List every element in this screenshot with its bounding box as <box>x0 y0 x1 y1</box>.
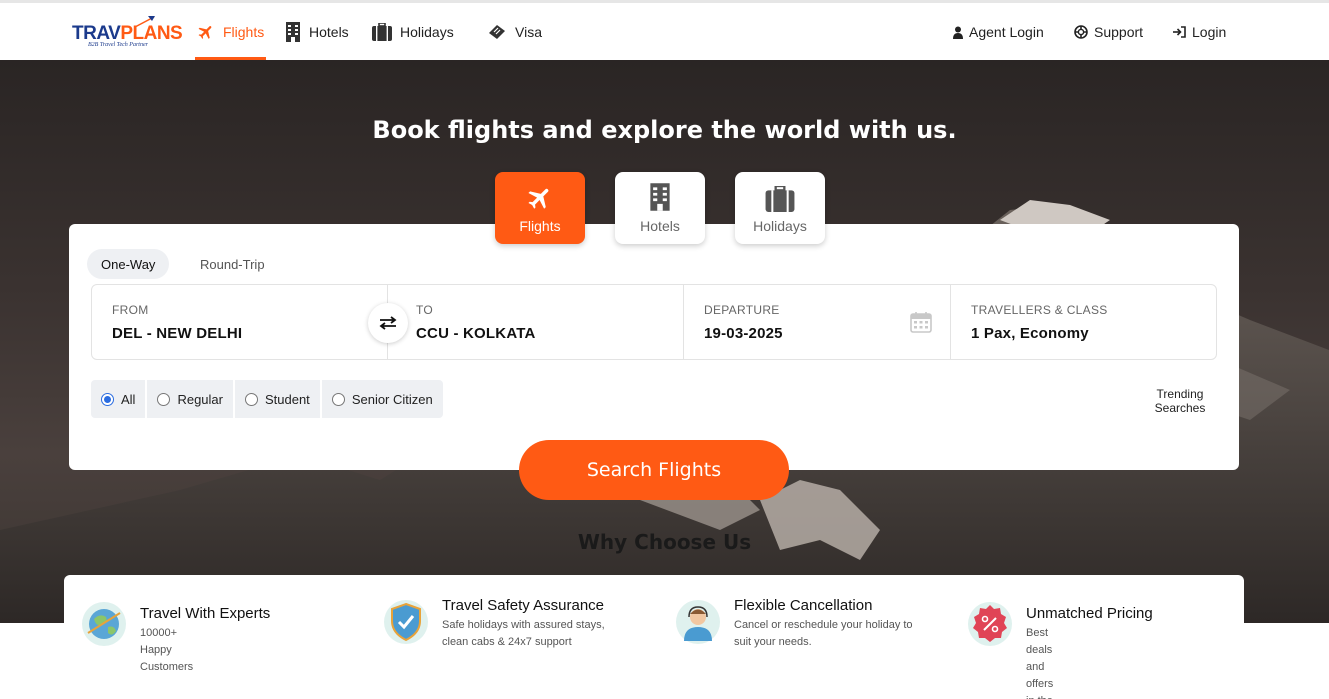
fare-option-label: All <box>121 391 136 407</box>
radio-button[interactable] <box>157 392 171 406</box>
fare-option-regular[interactable]: Regular <box>147 380 233 418</box>
tab-holidays[interactable]: Holidays <box>735 172 825 244</box>
lifebuoy-icon <box>1074 25 1088 39</box>
to-label: TO <box>416 303 434 317</box>
shield-icon <box>384 600 428 644</box>
trending-searches-link[interactable]: Trending Searches <box>1154 387 1206 415</box>
fare-option-all[interactable]: All <box>91 380 146 418</box>
tab-hotels[interactable]: Hotels <box>615 172 705 244</box>
nav-hotels[interactable]: Hotels <box>285 3 349 60</box>
from-label: FROM <box>112 303 149 317</box>
nav-visa-label: Visa <box>515 23 542 40</box>
discount-badge-icon <box>968 602 1012 646</box>
user-icon <box>953 26 963 39</box>
logo-text-part1: TRAV <box>72 23 121 44</box>
globe-icon <box>82 602 126 646</box>
sign-in-icon <box>1173 26 1186 38</box>
nav-holidays-label: Holidays <box>400 23 454 40</box>
feature-description: 10000+ Happy Customers <box>140 627 194 673</box>
fare-option-senior-citizen[interactable]: Senior Citizen <box>321 380 443 418</box>
trip-type-one-way[interactable]: One-Way <box>87 249 170 279</box>
search-card: One-Way Round-Trip FROM DEL - NEW DELHI … <box>69 224 1239 470</box>
departure-label: DEPARTURE <box>704 303 780 317</box>
agent-login-label: Agent Login <box>969 24 1044 40</box>
nav-flights[interactable]: Flights <box>195 3 267 60</box>
support-agent-icon <box>676 600 720 644</box>
building-icon <box>286 21 300 42</box>
logo-tagline: B2B Travel Tech Partner <box>88 42 148 48</box>
feature-description-line-1: Cancel or reschedule your holiday to <box>734 619 913 631</box>
tab-flights[interactable]: Flights <box>495 172 585 244</box>
plane-icon <box>198 25 212 39</box>
tab-hotels-label: Hotels <box>640 218 680 234</box>
ticket-icon <box>489 24 505 39</box>
support-label: Support <box>1094 24 1144 40</box>
search-flights-button[interactable]: Search Flights <box>519 440 789 500</box>
to-field[interactable]: TO CCU - KOLKATA <box>396 285 683 359</box>
logo-plane-icon <box>134 16 155 28</box>
trip-type-round-trip[interactable]: Round-Trip <box>186 249 279 279</box>
radio-button[interactable] <box>331 392 345 406</box>
fare-option-label: Senior Citizen <box>351 391 433 407</box>
swap-arrows-icon <box>379 316 397 330</box>
site-header: TRAVPLANS B2B Travel Tech Partner Flight… <box>0 3 1329 60</box>
logo[interactable]: TRAVPLANS B2B Travel Tech Partner <box>72 15 183 51</box>
feature-title: Travel With Experts <box>140 605 271 622</box>
calendar-icon <box>910 312 932 333</box>
why-choose-us-heading: Why Choose Us <box>577 530 752 554</box>
building-icon <box>650 183 670 211</box>
fare-type-group: All Regular Student Senior Citizen <box>91 380 443 418</box>
fare-option-label: Student <box>264 391 310 407</box>
from-field[interactable]: FROM DEL - NEW DELHI <box>92 285 387 359</box>
feature-description-line-2: suit your needs. <box>734 636 812 648</box>
feature-description-line-2: clean cabs & 24x7 support <box>442 636 572 648</box>
radio-button[interactable] <box>244 392 258 406</box>
agent-login-link[interactable]: Agent Login <box>953 24 1044 40</box>
from-value: DEL - NEW DELHI <box>112 325 243 342</box>
travellers-value: 1 Pax, Economy <box>971 325 1089 342</box>
departure-field[interactable]: DEPARTURE 19-03-2025 <box>684 285 950 359</box>
feature-description: Safe holidays with assured stays, clean … <box>442 617 642 651</box>
travellers-class-field[interactable]: TRAVELLERS & CLASS 1 Pax, Economy <box>951 285 1217 359</box>
feature-description: Best deals and offers in the industry <box>1026 627 1054 699</box>
feature-description-line-1: Safe holidays with assured stays, <box>442 619 605 631</box>
nav-hotels-label: Hotels <box>309 23 349 40</box>
suitcase-icon <box>372 22 392 41</box>
tab-flights-label: Flights <box>519 218 561 234</box>
login-label: Login <box>1192 24 1227 40</box>
nav-holidays[interactable]: Holidays <box>372 3 454 60</box>
search-fields: FROM DEL - NEW DELHI TO CCU - KOLKATA DE… <box>91 284 1217 360</box>
feature-title: Travel Safety Assurance <box>442 597 605 614</box>
travellers-label: TRAVELLERS & CLASS <box>971 303 1108 317</box>
to-value: CCU - KOLKATA <box>416 325 536 342</box>
features-strip: Travel With Experts 10000+ Happy Custome… <box>64 575 1244 699</box>
login-link[interactable]: Login <box>1173 24 1226 40</box>
nav-flights-label: Flights <box>223 23 265 40</box>
radio-button[interactable] <box>101 392 114 406</box>
fare-option-student[interactable]: Student <box>234 380 320 418</box>
nav-visa[interactable]: Visa <box>487 3 542 60</box>
hero-title: Book flights and explore the world with … <box>372 116 957 144</box>
departure-value: 19-03-2025 <box>704 325 783 342</box>
trending-line-2: Searches <box>1154 401 1206 415</box>
plane-icon <box>528 188 549 209</box>
tab-holidays-label: Holidays <box>753 218 807 234</box>
support-link[interactable]: Support <box>1074 24 1143 40</box>
suitcase-icon <box>765 186 795 212</box>
feature-title: Flexible Cancellation <box>734 597 873 614</box>
fare-option-label: Regular <box>177 391 223 407</box>
feature-title: Unmatched Pricing <box>1026 605 1153 622</box>
trending-line-1: Trending <box>1156 387 1204 401</box>
feature-description: Cancel or reschedule your holiday to sui… <box>734 617 944 651</box>
